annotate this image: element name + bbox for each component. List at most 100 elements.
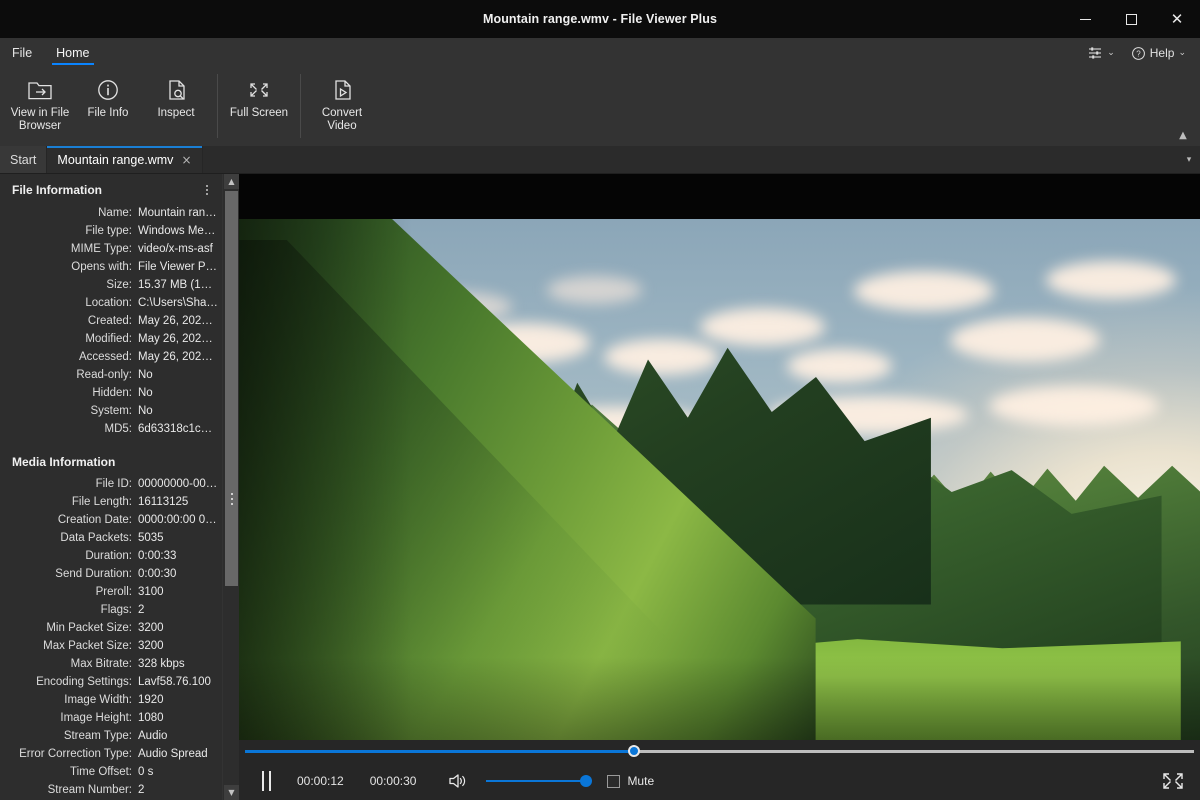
- menu-item-home[interactable]: Home: [44, 38, 101, 68]
- info-row: Stream Type: Audio: [0, 727, 222, 745]
- tab-overflow-button[interactable]: ▾: [1178, 146, 1200, 173]
- info-row: File Length: 16113125: [0, 493, 222, 511]
- media-information-rows: File ID: 00000000-0000... File Length: 161…: [0, 475, 222, 800]
- sliders-icon: [1087, 45, 1103, 61]
- info-key: Modified:: [85, 333, 132, 345]
- info-key: Error Correction Type:: [19, 748, 132, 760]
- folder-arrow-icon: [27, 76, 53, 104]
- info-value: 16113125: [138, 496, 189, 508]
- view-in-file-browser-button[interactable]: View in File Browser: [6, 72, 74, 138]
- cloud: [786, 349, 892, 384]
- info-row: System: No: [0, 402, 222, 420]
- mute-checkbox-wrapper[interactable]: Mute: [607, 774, 654, 788]
- svg-text:?: ?: [1136, 49, 1141, 58]
- info-value: No: [138, 387, 153, 399]
- volume-thumb[interactable]: [580, 775, 593, 787]
- convert-video-icon: [329, 76, 355, 104]
- info-key: Max Packet Size:: [43, 640, 132, 652]
- settings-dropdown-button[interactable]: ⌄: [1081, 42, 1121, 64]
- info-row: Creation Date: 0000:00:00 00:0...: [0, 511, 222, 529]
- scrollbar-thumb[interactable]: [225, 191, 238, 586]
- tab-mountain-range-label: Mountain range.wmv: [57, 152, 174, 167]
- info-key: MD5:: [104, 423, 132, 435]
- seek-thumb[interactable]: [628, 745, 641, 757]
- info-row: Name: Mountain range.wmv: [0, 204, 222, 222]
- info-row: Max Bitrate: 328 kbps: [0, 655, 222, 673]
- info-key: Size:: [106, 279, 132, 291]
- video-frame-image: [239, 219, 1200, 740]
- info-value: Windows Media Video...: [138, 225, 218, 237]
- panel-splitter-grip[interactable]: [227, 488, 236, 510]
- info-key: Stream Number:: [47, 784, 132, 796]
- scroll-up-button[interactable]: ▲: [224, 174, 239, 189]
- menu-bar: File Home ⌄ ? Help ⌄: [0, 38, 1200, 68]
- minimize-button[interactable]: [1062, 0, 1108, 38]
- volume-slider[interactable]: [486, 774, 593, 788]
- tab-start[interactable]: Start: [0, 146, 48, 173]
- info-value: No: [138, 369, 153, 381]
- info-key: Opens with:: [71, 261, 132, 273]
- file-info-button[interactable]: File Info: [74, 72, 142, 138]
- cloud: [700, 307, 826, 346]
- ribbon-group-convert: Convert Video: [308, 72, 376, 142]
- cloud: [604, 338, 720, 375]
- info-row: Modified: May 26, 2022 10:38 AM: [0, 330, 222, 348]
- info-row: Stream Number: 2: [0, 781, 222, 799]
- media-player: 00:00:12 00:00:30 Mute: [239, 174, 1200, 800]
- cloud: [1046, 260, 1177, 299]
- document-tab-bar: Start Mountain range.wmv × ▾: [0, 146, 1200, 174]
- info-key: Encoding Settings:: [36, 676, 132, 688]
- cloud: [988, 385, 1159, 426]
- info-key: File type:: [85, 225, 132, 237]
- pause-button[interactable]: [249, 766, 283, 796]
- info-panel-scrollbar[interactable]: ▲ ▼: [222, 174, 239, 800]
- seek-bar[interactable]: [245, 745, 1194, 757]
- file-information-rows: Name: Mountain range.wmv File type: Window…: [0, 204, 222, 444]
- info-value: Audio: [138, 730, 168, 742]
- scene-shadow-bottom: [239, 656, 1200, 740]
- full-screen-button[interactable]: Full Screen: [225, 72, 293, 138]
- volume-button[interactable]: [444, 767, 474, 795]
- ribbon-toolbar: View in File Browser File Info Inspect F…: [0, 68, 1200, 146]
- tab-mountain-range[interactable]: Mountain range.wmv ×: [47, 146, 203, 173]
- fullscreen-toggle-button[interactable]: [1156, 766, 1190, 796]
- maximize-button[interactable]: [1108, 0, 1154, 38]
- player-controls: 00:00:12 00:00:30 Mute: [239, 740, 1200, 800]
- kebab-menu-icon[interactable]: [200, 182, 214, 198]
- media-information-section: Media Information File ID: 00000000-0000.…: [0, 447, 222, 800]
- info-value: 2: [138, 784, 145, 796]
- info-value: 3200: [138, 640, 164, 652]
- inspect-button[interactable]: Inspect: [142, 72, 210, 138]
- file-information-header: File Information: [0, 174, 222, 204]
- transport-row: 00:00:12 00:00:30 Mute: [239, 762, 1200, 800]
- info-row: Location: C:\Users\SharpenedPr...: [0, 294, 222, 312]
- help-label: Help: [1149, 46, 1175, 60]
- convert-video-button[interactable]: Convert Video: [308, 72, 376, 138]
- info-value: 3100: [138, 586, 164, 598]
- info-row: Duration: 0:00:33: [0, 547, 222, 565]
- close-button[interactable]: ✕: [1154, 0, 1200, 38]
- settings-caret-icon: ⌄: [1107, 48, 1115, 58]
- current-time-label: 00:00:12: [297, 774, 344, 788]
- ribbon-separator-2: [300, 74, 301, 138]
- info-key: Name:: [98, 207, 132, 219]
- main-body: File Information Name: Mountain range.wmv…: [0, 174, 1200, 800]
- info-value: 0:00:33: [138, 550, 177, 562]
- maximize-icon: [1125, 13, 1137, 25]
- help-button[interactable]: ? Help ⌄: [1125, 43, 1192, 64]
- tab-close-icon[interactable]: ×: [181, 153, 191, 167]
- ribbon-group-view: Full Screen: [225, 72, 293, 142]
- fullscreen-icon: [1161, 770, 1185, 792]
- cloud: [854, 271, 995, 312]
- info-circle-icon: [95, 76, 121, 104]
- mute-checkbox[interactable]: [607, 774, 621, 788]
- video-surface[interactable]: [239, 174, 1200, 740]
- info-value: Audio Spread: [138, 748, 208, 760]
- seek-progress: [245, 750, 635, 753]
- menu-item-file[interactable]: File: [0, 38, 44, 68]
- scroll-down-button[interactable]: ▼: [224, 785, 239, 800]
- convert-video-label: Convert Video: [321, 107, 363, 132]
- letterbox-bar: [239, 174, 1200, 219]
- info-row: Min Packet Size: 3200: [0, 619, 222, 637]
- ribbon-collapse-button[interactable]: ▲: [1172, 126, 1194, 144]
